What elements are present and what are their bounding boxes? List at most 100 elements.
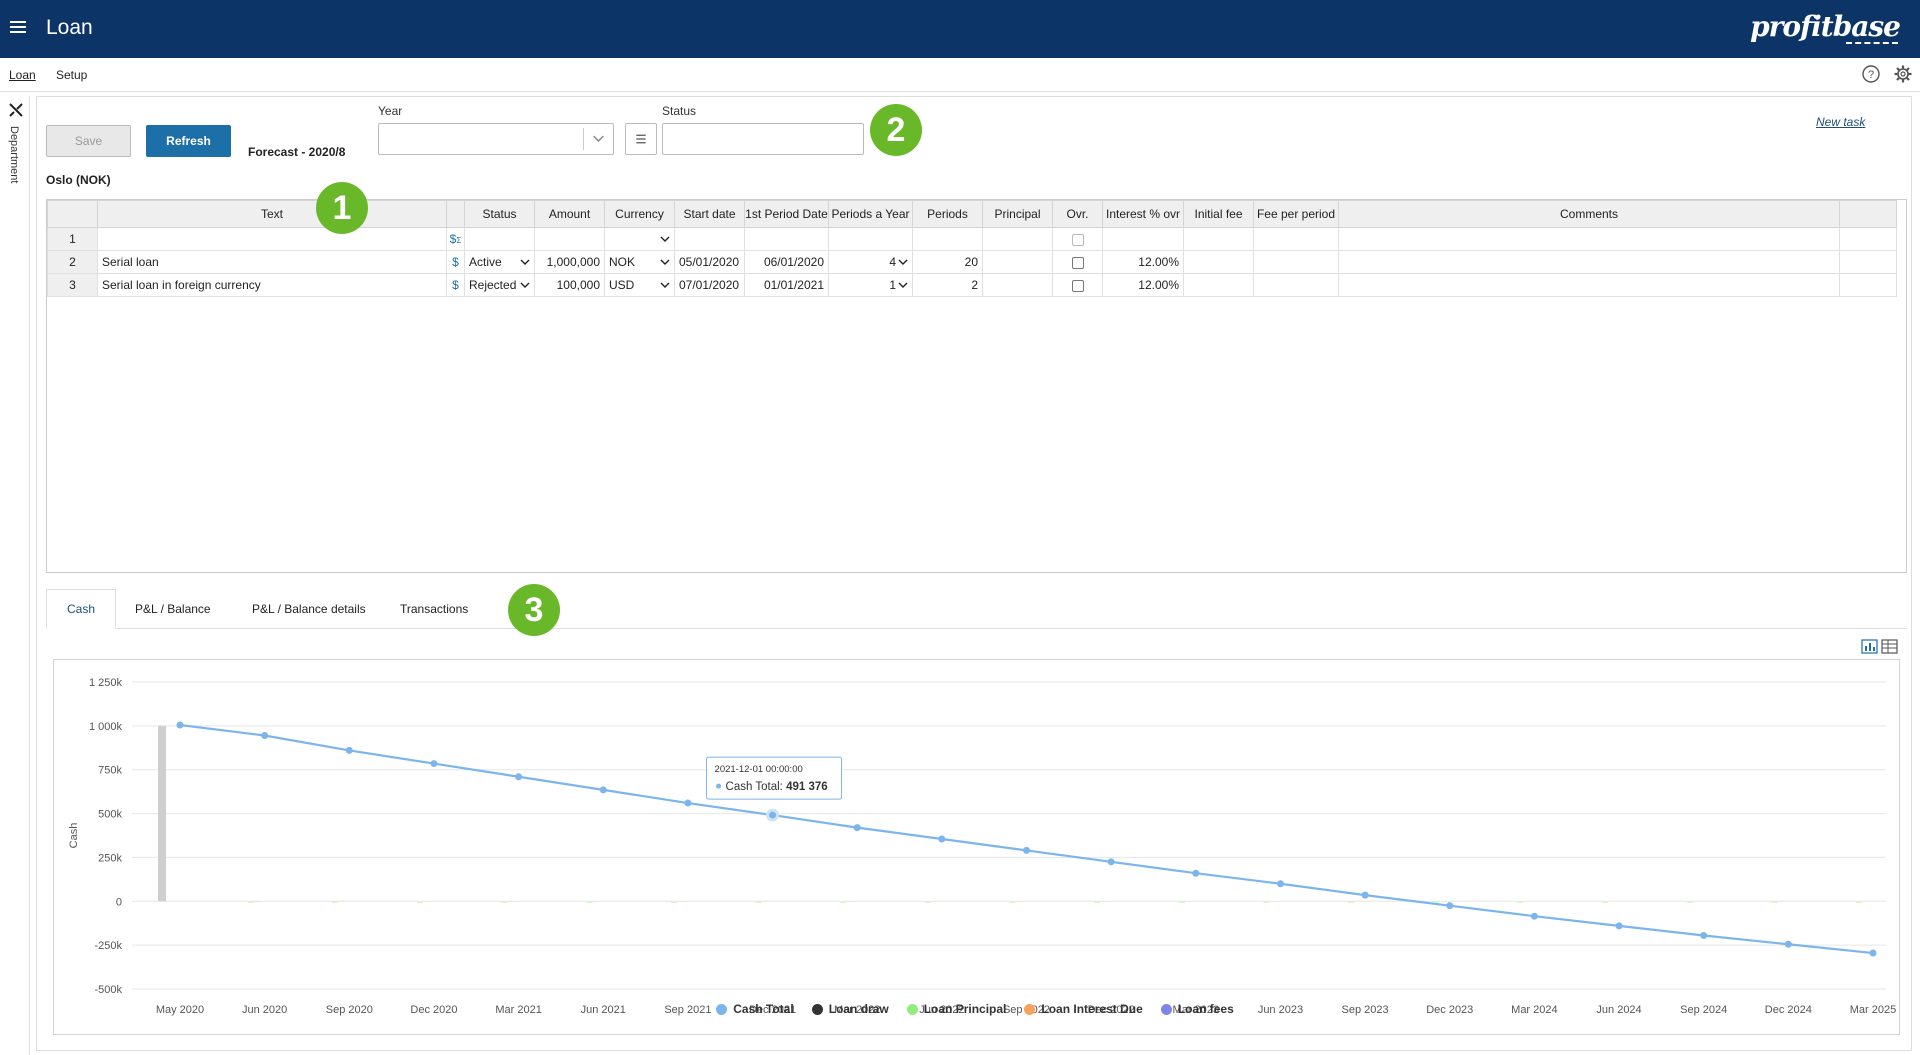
text-cell[interactable]: Serial loan xyxy=(97,250,447,274)
currency-flag-icon[interactable]: $ xyxy=(446,250,465,274)
department-panel-toggle[interactable]: Department xyxy=(8,126,20,183)
start-date-cell[interactable] xyxy=(674,227,745,251)
currency-sum-icon[interactable]: $Σ xyxy=(446,227,465,251)
interest-cell[interactable] xyxy=(1102,227,1184,251)
legend-label: Cash Total xyxy=(733,1002,794,1016)
first-period-cell[interactable]: 01/01/2021 xyxy=(744,273,829,297)
col-header-periods-a-year[interactable]: Periods a Year xyxy=(828,200,913,228)
callout-badge-2: 2 xyxy=(870,104,922,156)
interest-cell[interactable]: 12.00% xyxy=(1102,250,1184,274)
currency-flag-icon[interactable]: $ xyxy=(446,273,465,297)
status-cell[interactable]: Rejected xyxy=(464,273,535,297)
col-header-fee-per-period[interactable]: Fee per period xyxy=(1253,200,1339,228)
row-number: 2 xyxy=(47,250,98,274)
first-period-cell[interactable]: 06/01/2020 xyxy=(744,250,829,274)
col-header-first-period-date[interactable]: 1st Period Date xyxy=(744,200,829,228)
tooltip-marker xyxy=(716,783,722,789)
ovr-checkbox-cell[interactable] xyxy=(1052,250,1103,274)
table-view-icon[interactable] xyxy=(1881,639,1898,654)
tools-icon[interactable] xyxy=(8,102,24,118)
col-header-initial-fee[interactable]: Initial fee xyxy=(1183,200,1254,228)
col-header-ovr[interactable]: Ovr. xyxy=(1052,200,1103,228)
principal-cell[interactable] xyxy=(982,273,1053,297)
amount-cell[interactable]: 1,000,000 xyxy=(534,250,605,274)
save-button[interactable]: Save xyxy=(46,125,131,157)
ovr-checkbox[interactable] xyxy=(1071,279,1084,292)
legend-item[interactable]: Loan fees xyxy=(1160,1002,1234,1016)
col-header-interest-ovr[interactable]: Interest % ovr xyxy=(1102,200,1184,228)
status-cell[interactable]: Active xyxy=(464,250,535,274)
legend-item[interactable]: Loan Principal xyxy=(906,1002,1007,1016)
amount-cell[interactable] xyxy=(534,227,605,251)
gear-icon[interactable] xyxy=(1893,64,1913,84)
table-row: 2 Serial loan $ Active 1,000,000 NOK 05/… xyxy=(47,250,1897,274)
periods-cell[interactable]: 2 xyxy=(912,273,983,297)
periods-a-year-cell[interactable]: 4 xyxy=(828,250,913,274)
periods-a-year-cell[interactable] xyxy=(828,227,913,251)
list-icon[interactable] xyxy=(625,123,657,155)
sub-navigation: Loan Setup xyxy=(0,58,1920,92)
tab-cash[interactable]: Cash xyxy=(46,589,117,629)
comments-cell[interactable] xyxy=(1338,227,1840,251)
help-icon[interactable]: ? xyxy=(1861,64,1881,84)
ovr-checkbox[interactable] xyxy=(1071,256,1084,269)
legend-item[interactable]: Loan draw xyxy=(811,1002,889,1016)
tab-pl-balance-details[interactable]: P&L / Balance details xyxy=(232,589,386,629)
loan-principal-bar xyxy=(1771,901,1778,904)
currency-cell[interactable]: USD xyxy=(604,273,675,297)
col-header-periods[interactable]: Periods xyxy=(912,200,983,228)
first-period-cell[interactable] xyxy=(744,227,829,251)
legend-item[interactable]: Cash Total xyxy=(716,1002,794,1016)
text-cell[interactable]: Serial loan in foreign currency xyxy=(97,273,447,297)
chart-view-icon[interactable] xyxy=(1861,639,1878,654)
fee-per-period-cell[interactable] xyxy=(1253,250,1339,274)
periods-cell[interactable]: 20 xyxy=(912,250,983,274)
ovr-checkbox-cell[interactable] xyxy=(1052,273,1103,297)
legend-label: Loan Principal xyxy=(923,1002,1007,1016)
extra-cell xyxy=(1839,250,1897,274)
periods-cell[interactable] xyxy=(912,227,983,251)
tab-loan[interactable]: Loan xyxy=(9,68,36,82)
legend-item[interactable]: Loan Interest Due xyxy=(1024,1002,1143,1016)
initial-fee-cell[interactable] xyxy=(1183,273,1254,297)
col-header-amount[interactable]: Amount xyxy=(534,200,605,228)
cash-total-point xyxy=(1446,902,1454,910)
initial-fee-cell[interactable] xyxy=(1183,250,1254,274)
comments-cell[interactable] xyxy=(1338,250,1840,274)
col-header-start-date[interactable]: Start date xyxy=(674,200,745,228)
tab-transactions[interactable]: Transactions xyxy=(380,589,488,629)
ovr-checkbox[interactable] xyxy=(1071,233,1084,246)
menu-icon[interactable] xyxy=(10,18,30,38)
status-cell[interactable] xyxy=(464,227,535,251)
principal-cell[interactable] xyxy=(982,250,1053,274)
loan-principal-bar xyxy=(332,901,339,904)
currency-cell[interactable] xyxy=(604,227,675,251)
periods-a-year-cell[interactable]: 1 xyxy=(828,273,913,297)
refresh-button[interactable]: Refresh xyxy=(146,125,231,157)
year-select[interactable] xyxy=(378,123,614,155)
tab-setup[interactable]: Setup xyxy=(56,68,87,82)
ovr-checkbox-cell[interactable] xyxy=(1052,227,1103,251)
new-task-link[interactable]: New task xyxy=(1816,115,1865,129)
comments-cell[interactable] xyxy=(1338,273,1840,297)
principal-cell[interactable] xyxy=(982,227,1053,251)
start-date-cell[interactable]: 07/01/2020 xyxy=(674,273,745,297)
currency-cell[interactable]: NOK xyxy=(604,250,675,274)
fee-per-period-cell[interactable] xyxy=(1253,227,1339,251)
col-header-text[interactable]: Text xyxy=(97,200,447,228)
tab-pl-balance[interactable]: P&L / Balance xyxy=(115,589,231,629)
fee-per-period-cell[interactable] xyxy=(1253,273,1339,297)
col-header-principal[interactable]: Principal xyxy=(982,200,1053,228)
initial-fee-cell[interactable] xyxy=(1183,227,1254,251)
amount-cell[interactable]: 100,000 xyxy=(534,273,605,297)
interest-cell[interactable]: 12.00% xyxy=(1102,273,1184,297)
text-cell[interactable] xyxy=(97,227,447,251)
y-tick-label: 1 000k xyxy=(89,721,123,733)
status-input[interactable] xyxy=(662,123,864,155)
main-panel: Save Refresh Forecast - 2020/8 Year Stat… xyxy=(36,96,1912,1051)
start-date-cell[interactable]: 05/01/2020 xyxy=(674,250,745,274)
col-header-status[interactable]: Status xyxy=(464,200,535,228)
logo-underline xyxy=(1846,42,1898,46)
col-header-currency[interactable]: Currency xyxy=(604,200,675,228)
col-header-comments[interactable]: Comments xyxy=(1338,200,1840,228)
